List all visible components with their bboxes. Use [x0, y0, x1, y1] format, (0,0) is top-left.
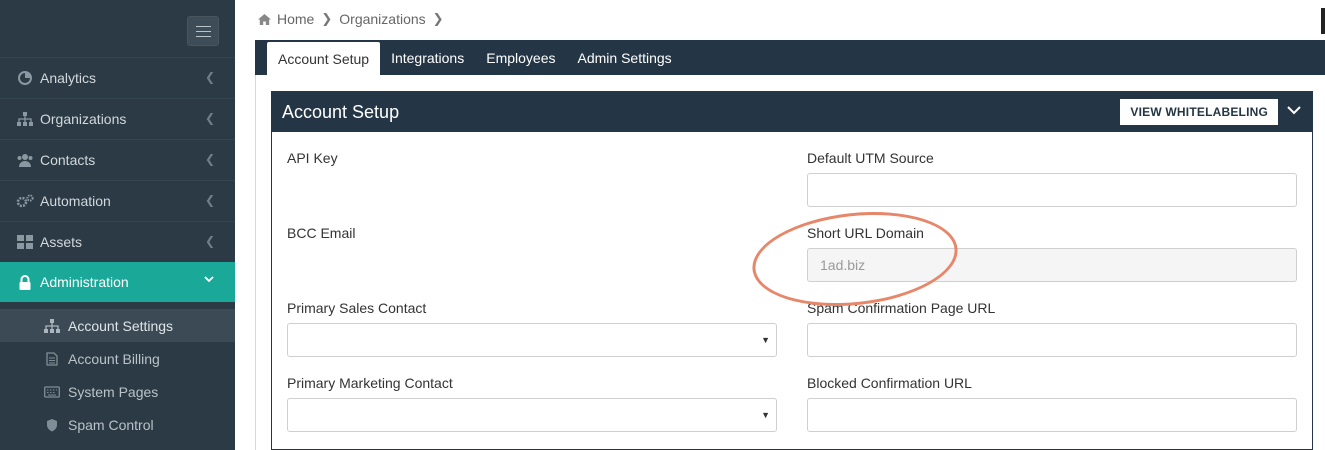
chevron-left-icon: ❮: [204, 193, 215, 207]
chevron-left-icon: ❮: [204, 234, 215, 248]
home-icon: [258, 13, 271, 25]
default-utm-source-label: Default UTM Source: [807, 150, 934, 166]
tab-account-setup[interactable]: Account Setup: [267, 42, 381, 75]
primary-sales-contact-label: Primary Sales Contact: [287, 300, 427, 316]
breadcrumb: Home ❯ Organizations ❯: [258, 9, 451, 29]
menu-toggle-button[interactable]: [187, 16, 219, 46]
document-icon: [44, 351, 60, 366]
users-icon: [16, 152, 34, 168]
window-edge: [1321, 8, 1325, 34]
primary-marketing-contact-label: Primary Marketing Contact: [287, 375, 453, 391]
tab-admin-settings[interactable]: Admin Settings: [567, 40, 683, 75]
keyboard-icon: [44, 385, 60, 399]
sitemap-icon: [44, 318, 60, 333]
sidebar-subitem-label: Account Billing: [68, 350, 160, 367]
primary-sales-contact-select[interactable]: ▼: [287, 323, 777, 357]
default-utm-source-input[interactable]: [807, 173, 1297, 207]
hamburger-line: [196, 31, 211, 32]
sidebar-item-automation[interactable]: Automation ❮: [0, 180, 235, 220]
tab-integrations[interactable]: Integrations: [380, 40, 475, 75]
sidebar-item-label: Automation: [40, 192, 111, 209]
chevron-left-icon: ❮: [204, 152, 215, 166]
spam-confirmation-url-input[interactable]: [807, 323, 1297, 357]
blocked-confirmation-url-label: Blocked Confirmation URL: [807, 375, 972, 391]
tab-employees[interactable]: Employees: [475, 40, 566, 75]
chevron-right-icon: ❯: [321, 11, 333, 26]
bar-chart-icon: [16, 70, 34, 86]
breadcrumb-organizations-link[interactable]: Organizations: [339, 11, 425, 27]
api-key-label: API Key: [287, 150, 338, 166]
sidebar-subitem-spam-control[interactable]: Spam Control: [0, 408, 235, 441]
sidebar-subitem-label: Spam Control: [68, 416, 154, 433]
chevron-left-icon: ❮: [204, 111, 215, 125]
sidebar-top: [0, 0, 235, 57]
shield-icon: [44, 418, 60, 432]
caret-down-icon: ▼: [761, 335, 770, 345]
sidebar-item-contacts[interactable]: Contacts ❮: [0, 139, 235, 179]
chevron-down-icon[interactable]: [1285, 101, 1303, 119]
sidebar-item-label: Analytics: [40, 69, 97, 86]
hamburger-line: [196, 26, 211, 27]
sidebar-item-label: Organizations: [40, 110, 127, 127]
panel-header: Account Setup VIEW WHITELABELING: [272, 92, 1312, 132]
chevron-right-icon: ❯: [432, 11, 444, 26]
sidebar-subitem-label: Account Settings: [68, 317, 174, 334]
chevron-down-icon: [203, 273, 215, 288]
cogs-icon: [16, 193, 34, 209]
sidebar-item-label: Assets: [40, 233, 83, 250]
caret-down-icon: ▼: [761, 410, 770, 420]
sidebar: Analytics ❮ Organizations ❮ Contacts ❮ A…: [0, 0, 235, 450]
bcc-email-label: BCC Email: [287, 225, 356, 241]
tab-bar: Account Setup Integrations Employees Adm…: [255, 40, 1325, 75]
breadcrumb-home-link[interactable]: Home: [277, 11, 314, 27]
primary-marketing-contact-select[interactable]: ▼: [287, 398, 777, 432]
sidebar-item-assets[interactable]: Assets ❮: [0, 221, 235, 261]
sidebar-item-organizations[interactable]: Organizations ❮: [0, 98, 235, 138]
view-whitelabeling-button[interactable]: VIEW WHITELABELING: [1120, 99, 1278, 125]
sidebar-subitem-label: System Pages: [68, 383, 159, 400]
sidebar-subitem-account-settings[interactable]: Account Settings: [0, 309, 235, 342]
sidebar-subitem-system-pages[interactable]: System Pages: [0, 375, 235, 408]
blocked-confirmation-url-input[interactable]: [807, 398, 1297, 432]
sidebar-item-label: Administration: [40, 274, 129, 290]
sidebar-item-analytics[interactable]: Analytics ❮: [0, 57, 235, 97]
lock-icon: [16, 274, 34, 290]
hamburger-line: [196, 36, 211, 37]
chevron-left-icon: ❮: [204, 70, 215, 84]
sidebar-item-administration[interactable]: Administration: [0, 262, 235, 302]
grid-icon: [16, 234, 34, 250]
sidebar-subitem-account-billing[interactable]: Account Billing: [0, 342, 235, 375]
panel-title: Account Setup: [282, 101, 400, 122]
sidebar-item-label: Contacts: [40, 151, 96, 168]
sitemap-icon: [16, 111, 34, 127]
